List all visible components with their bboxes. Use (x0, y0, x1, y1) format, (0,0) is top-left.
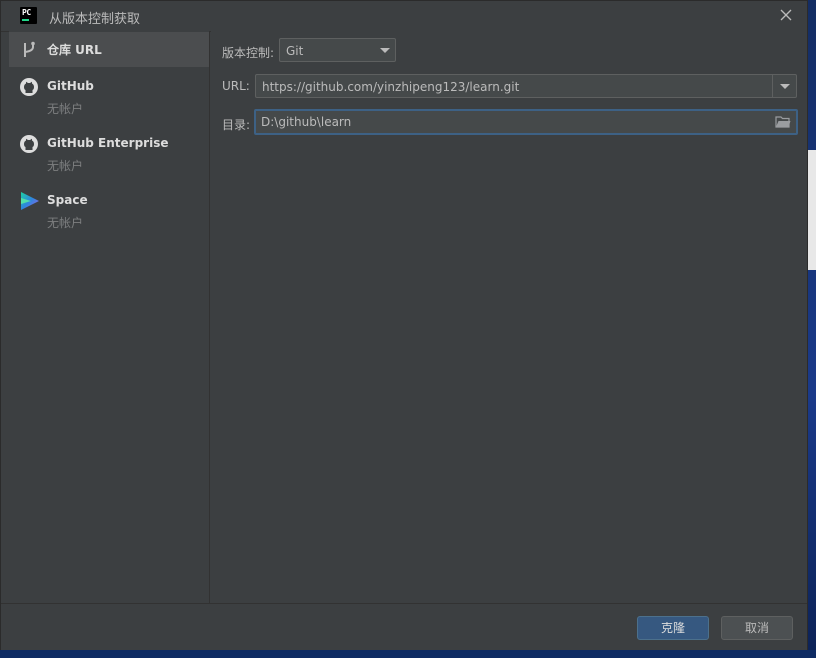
vcs-label: 版本控制: (222, 46, 275, 60)
sidebar-item-github-enterprise[interactable]: GitHub Enterprise 无帐户 (9, 128, 209, 176)
get-from-vcs-dialog: PC 从版本控制获取 仓库 URL GitHub 无帐户 GitHub Ente… (0, 0, 808, 650)
vcs-select-value: Git (286, 44, 304, 58)
desktop-background-bottom (0, 650, 816, 658)
desktop-background-right (808, 0, 816, 658)
sidebar-item-account-status: 无帐户 (47, 216, 84, 230)
github-icon (19, 77, 39, 97)
sidebar-item-label: Space (47, 193, 88, 207)
sidebar-item-label: 仓库 URL (47, 43, 102, 57)
title-bar: PC 从版本控制获取 (1, 1, 807, 32)
dialog-footer: 克隆 取消 (1, 603, 807, 650)
close-icon[interactable] (777, 6, 795, 24)
directory-label: 目录: (222, 118, 251, 132)
directory-input[interactable]: D:\github\learn (261, 115, 351, 129)
chevron-down-icon (380, 48, 390, 53)
app-icon-bar (22, 19, 29, 21)
github-icon (19, 134, 39, 154)
vcs-select[interactable]: Git (279, 38, 396, 62)
url-dropdown-separator (772, 75, 773, 97)
sidebar-item-repository-url[interactable]: 仓库 URL (9, 32, 209, 67)
sidebar: 仓库 URL GitHub 无帐户 GitHub Enterprise 无帐户 … (9, 31, 210, 603)
url-input[interactable]: https://github.com/yinzhipeng123/learn.g… (262, 80, 519, 94)
chevron-down-icon[interactable] (780, 84, 790, 89)
directory-field[interactable]: D:\github\learn (254, 109, 798, 135)
sidebar-item-account-status: 无帐户 (47, 159, 84, 173)
sidebar-item-github[interactable]: GitHub 无帐户 (9, 71, 209, 119)
cancel-button[interactable]: 取消 (721, 616, 793, 640)
sidebar-item-account-status: 无帐户 (47, 102, 84, 116)
vcs-branch-icon (19, 40, 39, 60)
clone-button[interactable]: 克隆 (637, 616, 709, 640)
pycharm-app-icon: PC (20, 7, 37, 24)
url-combo-field[interactable]: https://github.com/yinzhipeng123/learn.g… (255, 74, 797, 98)
sidebar-item-label: GitHub (47, 79, 94, 93)
space-icon (19, 190, 39, 210)
sidebar-item-label: GitHub Enterprise (47, 136, 169, 150)
window-title: 从版本控制获取 (49, 12, 141, 27)
sidebar-item-space[interactable]: Space 无帐户 (9, 185, 209, 233)
main-panel: 版本控制: Git URL: https://github.com/yinzhi… (211, 31, 807, 603)
url-label: URL: (222, 79, 250, 93)
app-icon-text: PC (22, 8, 31, 17)
background-window-strip (808, 150, 816, 270)
folder-browse-icon[interactable] (775, 115, 791, 129)
